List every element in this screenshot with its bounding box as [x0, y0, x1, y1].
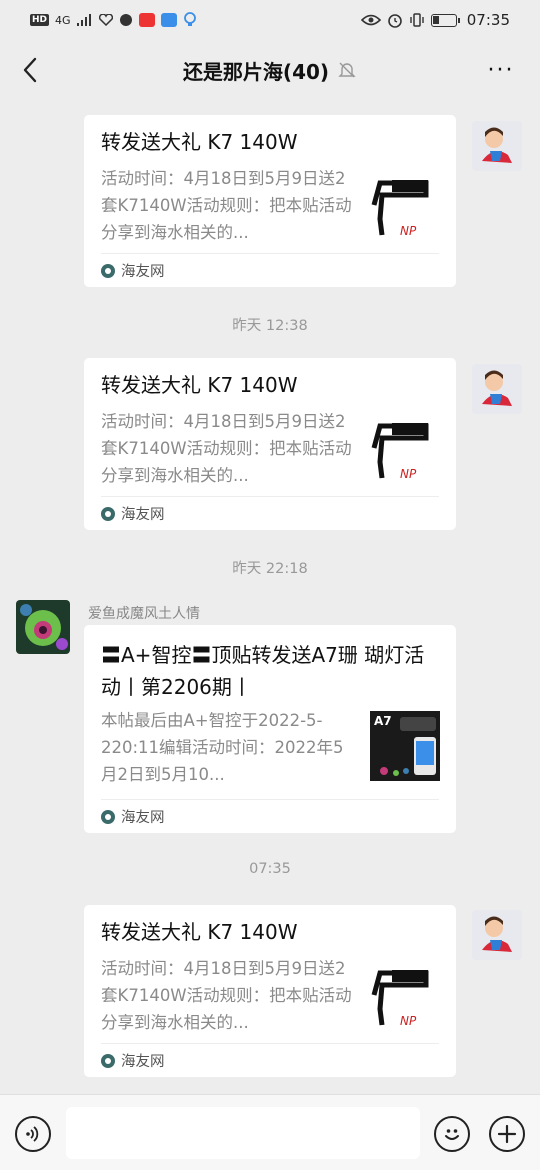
status-right: 07:35: [360, 11, 510, 29]
card-desc: 本帖最后由A+智控于2022-5-220:11编辑活动时间：2022年5月2日到…: [101, 711, 344, 784]
source-app-icon: [101, 809, 115, 824]
svg-text:NP: NP: [400, 1014, 417, 1028]
source-name: 海友网: [121, 507, 165, 523]
source-app-icon: [101, 263, 115, 278]
cloud-app-icon: [160, 13, 177, 27]
source-app-icon: [101, 1053, 115, 1068]
bell-off-icon: [338, 62, 356, 78]
more-button[interactable]: ···: [484, 54, 518, 86]
status-left: HD 4G: [30, 12, 197, 28]
vibrate-icon: [409, 13, 425, 27]
product-thumbnail: NP: [370, 418, 440, 488]
my-avatar[interactable]: [472, 910, 522, 960]
battery-icon: [430, 13, 460, 27]
svg-text:NP: NP: [400, 224, 417, 238]
app-icon: [119, 13, 133, 27]
card-source: 海友网: [101, 1043, 439, 1077]
source-name: 海友网: [121, 264, 165, 280]
my-avatar[interactable]: [472, 364, 522, 414]
link-card-1[interactable]: 转发送大礼 K7 140W 活动时间：4月18日到5月9日送2套K7140W活动…: [84, 115, 456, 287]
chat-header: 还是那片海(40) ···: [0, 40, 540, 100]
link-card-4[interactable]: 转发送大礼 K7 140W 活动时间：4月18日到5月9日送2套K7140W活动…: [84, 905, 456, 1077]
card-title: 转发送大礼 K7 140W: [101, 130, 298, 154]
plus-icon: [497, 1124, 517, 1144]
product-thumbnail: NP: [370, 965, 440, 1035]
source-name: 海友网: [121, 1054, 165, 1070]
svg-text:A7: A7: [374, 714, 392, 728]
status-time: 07:35: [466, 11, 510, 29]
input-bar: [0, 1094, 540, 1170]
product-thumbnail: NP: [370, 175, 440, 245]
voice-icon: [26, 1126, 39, 1142]
sender-name: 爱鱼成魔风土人情: [88, 606, 200, 622]
chevron-left-icon: [23, 57, 37, 83]
status-bar: HD 4G 07:35: [0, 0, 540, 40]
timestamp: 07:35: [249, 861, 291, 877]
link-card-2[interactable]: 转发送大礼 K7 140W 活动时间：4月18日到5月9日送2套K7140W活动…: [84, 358, 456, 530]
emoji-icon: [445, 1129, 459, 1140]
heart-icon: [98, 14, 113, 26]
signal-icon: [76, 14, 93, 26]
sender-avatar[interactable]: [16, 600, 70, 654]
source-name: 海友网: [121, 810, 165, 826]
bulb-icon: [183, 12, 197, 28]
eye-icon: [360, 14, 381, 26]
message-input[interactable]: [66, 1107, 420, 1159]
card-source: 海友网: [101, 496, 439, 530]
chat-title-wrap: 还是那片海(40): [183, 56, 357, 85]
svg-text:NP: NP: [400, 467, 417, 481]
link-card-3[interactable]: 〓A+智控〓顶贴转发送A7珊 瑚灯活动丨第2206期丨 本帖最后由A+智控于20…: [84, 625, 456, 833]
more-functions-button[interactable]: [489, 1116, 525, 1152]
my-avatar[interactable]: [472, 121, 522, 171]
app-red-icon: [138, 13, 155, 27]
card-title: 〓A+智控〓顶贴转发送A7珊 瑚灯活动丨第2206期丨: [101, 643, 425, 699]
alarm-icon: [387, 12, 403, 28]
voice-button[interactable]: [15, 1116, 51, 1152]
back-button[interactable]: [14, 54, 46, 86]
card-source: 海友网: [101, 253, 439, 287]
timestamp: 昨天 22:18: [232, 561, 308, 577]
product-thumbnail: A7: [370, 711, 440, 781]
card-source: 海友网: [101, 799, 439, 833]
timestamp: 昨天 12:38: [232, 318, 308, 334]
card-desc: 活动时间：4月18日到5月9日送2套K7140W活动规则：把本贴活动分享到海水相…: [101, 169, 352, 242]
emoji-button[interactable]: [434, 1116, 470, 1152]
source-app-icon: [101, 506, 115, 521]
card-title: 转发送大礼 K7 140W: [101, 373, 298, 397]
network-type: 4G: [55, 13, 71, 27]
card-desc: 活动时间：4月18日到5月9日送2套K7140W活动规则：把本贴活动分享到海水相…: [101, 959, 352, 1032]
card-title: 转发送大礼 K7 140W: [101, 920, 298, 944]
hd-badge: HD: [30, 14, 50, 26]
card-desc: 活动时间：4月18日到5月9日送2套K7140W活动规则：把本贴活动分享到海水相…: [101, 412, 352, 485]
chat-title: 还是那片海(40): [182, 59, 330, 84]
